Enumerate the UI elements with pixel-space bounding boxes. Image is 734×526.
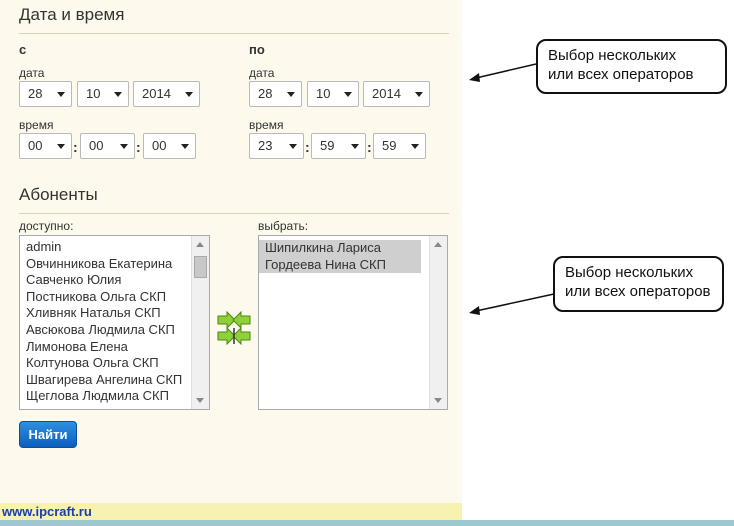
- chevron-down-icon: [185, 92, 193, 97]
- scrollbar[interactable]: [191, 236, 209, 409]
- to-month-select[interactable]: 10: [307, 81, 359, 107]
- to-year-value: 2014: [372, 86, 401, 101]
- from-minute-select[interactable]: 00: [80, 133, 135, 159]
- selected-label: выбрать:: [258, 219, 309, 233]
- list-item[interactable]: Авсюкова Людмила СКП: [20, 322, 209, 339]
- list-item[interactable]: Швагирева Ангелина СКП: [20, 372, 209, 389]
- list-item[interactable]: Щеглова Людмила СКП: [20, 388, 209, 405]
- chevron-down-icon: [415, 92, 423, 97]
- time-separator: :: [136, 139, 141, 155]
- from-time-label: время: [19, 118, 54, 132]
- chevron-down-icon: [114, 92, 122, 97]
- time-separator: :: [73, 139, 78, 155]
- callout-top: Выбор нескольких или всех операторов: [536, 39, 727, 94]
- scrollbar[interactable]: [429, 236, 447, 409]
- to-time-label: время: [249, 118, 284, 132]
- from-second-value: 00: [152, 138, 167, 153]
- to-date-label: дата: [249, 66, 275, 80]
- to-day-value: 28: [258, 86, 273, 101]
- to-hour-select[interactable]: 23: [249, 133, 304, 159]
- footer-site-link[interactable]: www.ipcraft.ru: [2, 504, 92, 519]
- to-label: по: [249, 42, 265, 57]
- from-year-select[interactable]: 2014: [133, 81, 200, 107]
- chevron-down-icon: [120, 144, 128, 149]
- to-month-value: 10: [316, 86, 331, 101]
- chevron-down-icon: [411, 144, 419, 149]
- from-hour-value: 00: [28, 138, 43, 153]
- chevron-down-icon: [57, 92, 65, 97]
- list-item[interactable]: Гордеева Нина СКП: [259, 256, 421, 274]
- time-separator: :: [305, 139, 310, 155]
- from-date-label: дата: [19, 66, 45, 80]
- selected-list[interactable]: Шипилкина Лариса Гордеева Нина СКП: [258, 235, 448, 410]
- chevron-down-icon: [287, 92, 295, 97]
- to-minute-select[interactable]: 59: [311, 133, 366, 159]
- from-label: с: [19, 42, 27, 57]
- available-list[interactable]: admin Овчинникова Екатерина Савченко Юлия П…: [19, 235, 210, 410]
- to-year-select[interactable]: 2014: [363, 81, 430, 107]
- to-day-select[interactable]: 28: [249, 81, 302, 107]
- footer-line: [0, 520, 734, 526]
- from-day-select[interactable]: 28: [19, 81, 72, 107]
- list-item[interactable]: Савченко Юлия: [20, 272, 209, 289]
- to-second-select[interactable]: 59: [373, 133, 426, 159]
- from-minute-value: 00: [89, 138, 104, 153]
- section-title-datetime: Дата и время: [19, 5, 125, 24]
- section-divider: [19, 33, 449, 34]
- chevron-down-icon: [351, 144, 359, 149]
- scroll-up-icon[interactable]: [196, 242, 204, 247]
- list-item[interactable]: Шипилкина Лариса: [259, 240, 421, 257]
- chevron-down-icon: [289, 144, 297, 149]
- to-second-value: 59: [382, 138, 397, 153]
- list-item[interactable]: Колтунова Ольга СКП: [20, 355, 209, 372]
- scroll-down-icon[interactable]: [196, 398, 204, 403]
- section-divider: [19, 213, 449, 214]
- scroll-thumb[interactable]: [194, 256, 207, 278]
- to-minute-value: 59: [320, 138, 335, 153]
- chevron-down-icon: [344, 92, 352, 97]
- to-hour-value: 23: [258, 138, 273, 153]
- from-month-select[interactable]: 10: [77, 81, 129, 107]
- callout-bottom: Выбор нескольких или всех операторов: [553, 256, 724, 312]
- from-year-value: 2014: [142, 86, 171, 101]
- available-label: доступно:: [19, 219, 74, 233]
- from-second-select[interactable]: 00: [143, 133, 196, 159]
- scroll-up-icon[interactable]: [434, 242, 442, 247]
- from-month-value: 10: [86, 86, 101, 101]
- list-item[interactable]: Постникова Ольга СКП: [20, 289, 209, 306]
- list-item[interactable]: Хливняк Наталья СКП: [20, 305, 209, 322]
- list-item[interactable]: Овчинникова Екатерина: [20, 256, 209, 273]
- list-item[interactable]: Лимонова Елена: [20, 339, 209, 356]
- search-button[interactable]: Найти: [19, 421, 77, 448]
- scroll-down-icon[interactable]: [434, 398, 442, 403]
- chevron-down-icon: [57, 144, 65, 149]
- from-hour-select[interactable]: 00: [19, 133, 72, 159]
- from-day-value: 28: [28, 86, 43, 101]
- callout-pointer: [469, 63, 537, 82]
- callout-pointer: [469, 293, 555, 315]
- time-separator: :: [367, 139, 372, 155]
- section-title-subscribers: Абоненты: [19, 185, 98, 204]
- chevron-down-icon: [181, 144, 189, 149]
- list-item[interactable]: admin: [20, 239, 209, 256]
- transfer-arrows-icon[interactable]: [216, 310, 252, 346]
